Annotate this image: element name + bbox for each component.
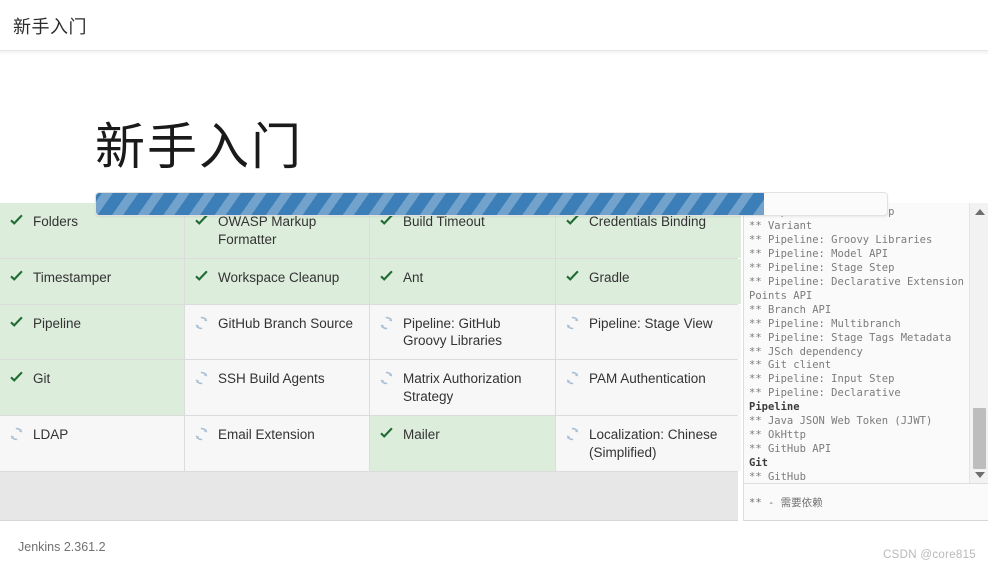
plugin-cell: Localization: Chinese (Simplified) bbox=[556, 415, 741, 471]
plugin-cell: PAM Authentication bbox=[556, 360, 741, 415]
plugin-name-label: GitHub Branch Source bbox=[218, 315, 354, 331]
log-line: ** Pipeline: Multibranch bbox=[749, 317, 901, 330]
plugin-cell: Gradle bbox=[556, 258, 741, 304]
log-line: ** Git client bbox=[749, 359, 832, 372]
plugin-name-label: Localization: Chinese (Simplified) bbox=[589, 426, 718, 460]
plugin-name-label: Matrix Authorization Strategy bbox=[403, 371, 522, 405]
jenkins-version-label: Jenkins 2.361.2 bbox=[18, 540, 106, 554]
page-root: 新手入门 新手入门 Folders OWASP Markup Formatter B… bbox=[0, 0, 988, 570]
plugin-name-label: Pipeline: Stage View bbox=[589, 315, 713, 331]
plugin-cell: Email Extension bbox=[185, 415, 369, 471]
plugin-grid-container: Folders OWASP Markup Formatter Build Timeo… bbox=[0, 203, 741, 521]
check-icon bbox=[10, 371, 23, 383]
plugin-name-label: Mailer bbox=[403, 426, 440, 442]
plugin-cell: LDAP bbox=[0, 415, 184, 471]
log-line: ** Pipeline: Declarative bbox=[749, 387, 901, 400]
log-line: ** Variant bbox=[749, 219, 813, 232]
log-line-dependency-header: Pipeline bbox=[749, 401, 800, 414]
plugin-cell: GitHub Branch Source bbox=[185, 304, 369, 360]
spinner-icon bbox=[380, 316, 393, 329]
log-line: ** Pipeline: Stage Tags Metadata bbox=[749, 331, 952, 344]
top-header-bar: 新手入门 bbox=[0, 0, 988, 51]
header-title: 新手入门 bbox=[13, 17, 87, 37]
plugin-cell: Mailer bbox=[370, 415, 555, 471]
install-progress-fill bbox=[96, 193, 765, 215]
plugin-cell: Timestamper bbox=[0, 258, 184, 304]
plugin-name-label: Ant bbox=[403, 269, 424, 285]
install-log-panel: ** Pipeline: Build Step** Variant** Pipe… bbox=[743, 203, 988, 521]
spinner-icon bbox=[195, 316, 208, 329]
plugin-grid: Folders OWASP Markup Formatter Build Timeo… bbox=[0, 203, 741, 472]
spinner-icon bbox=[10, 427, 23, 441]
page-title: 新手入门 bbox=[95, 119, 303, 175]
spinner-icon bbox=[566, 427, 579, 441]
log-footer-note: ** - 需要依赖 bbox=[744, 483, 988, 520]
plugin-name-label: OWASP Markup Formatter bbox=[218, 214, 317, 247]
log-line-dependency-header: Git bbox=[749, 457, 768, 470]
log-line: ** Pipeline: Stage Step bbox=[749, 261, 895, 274]
log-line: ** GitHub bbox=[749, 471, 806, 483]
check-icon bbox=[10, 270, 23, 281]
scroll-up-icon[interactable] bbox=[970, 203, 988, 220]
scrollbar-thumb[interactable] bbox=[973, 408, 986, 469]
log-line: ** JSch dependency bbox=[749, 345, 863, 358]
check-icon bbox=[566, 270, 579, 281]
log-line: ** Pipeline: Input Step bbox=[749, 373, 895, 386]
check-icon bbox=[10, 214, 23, 225]
plugin-name-label: Gradle bbox=[589, 269, 630, 285]
plugin-name-label: Pipeline bbox=[33, 315, 82, 331]
plugin-cell: SSH Build Agents bbox=[185, 360, 369, 415]
plugin-name-label: Pipeline: GitHub Groovy Libraries bbox=[403, 315, 503, 349]
plugin-cell: Pipeline bbox=[0, 304, 184, 360]
plugin-name-label: Email Extension bbox=[218, 426, 315, 442]
check-icon bbox=[195, 270, 208, 281]
spinner-icon bbox=[566, 316, 579, 329]
header-shadow bbox=[0, 51, 988, 55]
plugin-name-label: Git bbox=[33, 371, 51, 387]
check-icon bbox=[380, 427, 393, 438]
watermark-label: CSDN @core815 bbox=[883, 549, 976, 561]
plugin-name-label: PAM Authentication bbox=[589, 371, 706, 387]
check-icon bbox=[380, 270, 393, 281]
plugin-name-label: Folders bbox=[33, 214, 79, 229]
log-line: ** OkHttp bbox=[749, 429, 806, 442]
spinner-icon bbox=[380, 372, 393, 385]
plugin-name-label: LDAP bbox=[33, 426, 69, 442]
plugin-name-label: SSH Build Agents bbox=[218, 371, 325, 387]
plugin-cell: Git bbox=[0, 360, 184, 415]
log-line: ** Pipeline: Groovy Libraries bbox=[749, 233, 933, 246]
scroll-down-icon[interactable] bbox=[970, 466, 988, 483]
spinner-icon bbox=[566, 372, 579, 385]
log-line: ** GitHub API bbox=[749, 443, 832, 456]
log-scrollbar[interactable] bbox=[969, 203, 988, 483]
plugin-cell: Pipeline: Stage View bbox=[556, 304, 741, 360]
spinner-icon bbox=[195, 372, 208, 385]
plugin-name-label: Timestamper bbox=[33, 269, 112, 285]
spinner-icon bbox=[195, 427, 208, 441]
plugin-cell: Ant bbox=[370, 258, 555, 304]
log-line: ** Java JSON Web Token (JJWT) bbox=[749, 415, 933, 428]
log-line: ** Pipeline: Declarative Extension Point… bbox=[749, 275, 964, 302]
log-line: ** Branch API bbox=[749, 303, 832, 316]
plugin-cell: Pipeline: GitHub Groovy Libraries bbox=[370, 304, 555, 360]
install-progress-bar bbox=[95, 192, 888, 216]
check-icon bbox=[10, 316, 23, 327]
install-log-lines[interactable]: ** Pipeline: Build Step** Variant** Pipe… bbox=[744, 203, 969, 483]
log-line: ** Pipeline: Model API bbox=[749, 247, 889, 260]
plugin-cell: Workspace Cleanup bbox=[185, 258, 369, 304]
plugin-name-label: Workspace Cleanup bbox=[218, 269, 340, 285]
page-footer: Jenkins 2.361.2 CSDN @core815 bbox=[0, 522, 988, 570]
plugin-cell: Matrix Authorization Strategy bbox=[370, 360, 555, 415]
